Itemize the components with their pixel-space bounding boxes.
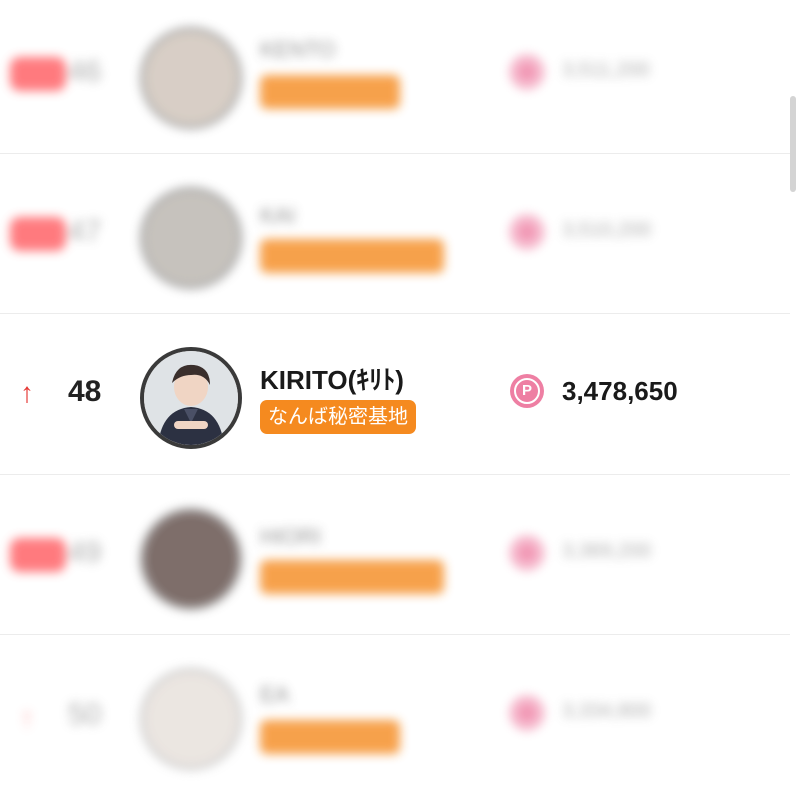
point-coin-icon	[510, 55, 544, 89]
rank-number: 50	[68, 698, 102, 731]
cast-name: KIRITO(ｷﾘﾄ)	[260, 365, 404, 395]
shop-badge[interactable]	[260, 560, 444, 594]
cast-name: KAI	[260, 203, 296, 228]
ranking-row[interactable]: 46 KENTO 3,511,200	[0, 0, 790, 153]
new-badge	[10, 57, 66, 91]
avatar[interactable]	[140, 27, 242, 129]
points-value: 3,334,800	[562, 700, 651, 722]
point-coin-icon: P	[510, 374, 544, 408]
cast-name: HIORI	[260, 524, 322, 549]
ranking-row[interactable]: 49 HIORI 3,369,200	[0, 476, 790, 634]
shop-badge[interactable]: なんば秘密基地	[260, 400, 416, 434]
cast-name: EA	[260, 682, 290, 707]
avatar[interactable]	[140, 668, 242, 770]
point-coin-icon	[510, 696, 544, 730]
scrollbar[interactable]	[790, 96, 796, 192]
points-value: 3,369,200	[562, 540, 651, 562]
divider	[0, 634, 790, 635]
avatar-portrait	[144, 351, 238, 445]
ranking-row[interactable]: ↑ 50 EA 3,334,800	[0, 636, 790, 794]
avatar[interactable]	[140, 347, 242, 449]
rank-number: 49	[68, 536, 102, 569]
points-value: 3,510,200	[562, 219, 651, 241]
rank-up-arrow-icon: ↑	[20, 702, 34, 733]
shop-badge[interactable]	[260, 75, 400, 109]
shop-badge[interactable]	[260, 720, 400, 754]
new-badge	[10, 538, 66, 572]
avatar[interactable]	[140, 508, 242, 610]
point-coin-icon	[510, 215, 544, 249]
rank-number: 46	[68, 55, 102, 88]
rank-number: 48	[68, 375, 102, 408]
ranking-row[interactable]: 47 KAI 3,510,200	[0, 155, 790, 313]
new-badge	[10, 217, 66, 251]
rank-number: 47	[68, 215, 102, 248]
divider	[0, 474, 790, 475]
ranking-list: 46 KENTO 3,511,200 47 KAI 3,510,200 ↑ 48	[0, 0, 800, 790]
points-value: 3,478,650	[562, 376, 678, 406]
divider	[0, 153, 790, 154]
avatar[interactable]	[140, 187, 242, 289]
point-coin-icon	[510, 536, 544, 570]
rank-up-arrow-icon: ↑	[20, 377, 34, 408]
divider	[0, 313, 790, 314]
point-coin-letter: P	[521, 382, 532, 399]
ranking-row-highlighted[interactable]: ↑ 48 KIRITO(ｷﾘﾄ) なんば秘密基地 P 3,478,650	[0, 315, 790, 473]
points-value: 3,511,200	[562, 59, 650, 81]
cast-name: KENTO	[260, 37, 336, 62]
shop-badge[interactable]	[260, 239, 444, 273]
